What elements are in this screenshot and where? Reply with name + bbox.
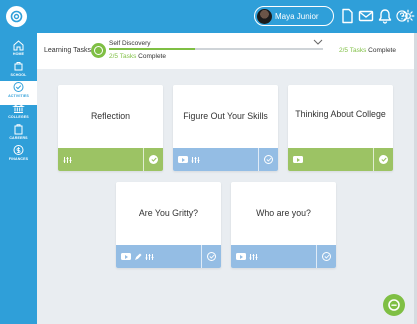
activity-icon: [191, 156, 200, 163]
learning-tasks-label: Learning Tasks: [44, 47, 91, 54]
bell-icon[interactable]: [376, 7, 394, 25]
video-icon: [293, 156, 303, 163]
activity-icon: [249, 253, 258, 260]
sidebar-nav: HOME SCHOOL ACTIVITIES COLLEGES CAREERS …: [0, 33, 37, 324]
progress-complete-label: Complete: [368, 47, 396, 54]
card-title: Who are you?: [256, 208, 311, 218]
activity-card-thinking-about-college[interactable]: Thinking About College: [288, 85, 393, 171]
completed-check-icon: [379, 155, 388, 164]
completed-check-icon: [149, 155, 158, 164]
video-icon: [236, 253, 246, 260]
activity-card-are-you-gritty[interactable]: Are You Gritty?: [116, 182, 221, 268]
sidebar-item-label: ACTIVITIES: [8, 94, 29, 98]
sidebar-item-label: SCHOOL: [10, 73, 27, 77]
chat-icon: [388, 299, 400, 311]
learning-tasks-bar: Learning Tasks Self Discovery 2/5 Tasks …: [37, 33, 417, 69]
activity-card-figure-out-your-skills[interactable]: Figure Out Your Skills: [173, 85, 278, 171]
card-title: Reflection: [90, 111, 131, 121]
card-footer: [58, 148, 163, 171]
user-name: Maya Junior: [275, 11, 319, 21]
home-icon: [13, 40, 24, 51]
chat-button[interactable]: [383, 294, 405, 316]
activity-card-reflection[interactable]: Reflection: [58, 85, 163, 171]
top-bar: Maya Junior: [0, 0, 417, 33]
activity-icon: [145, 253, 154, 260]
careers-icon: [14, 124, 23, 135]
progress-complete-label: Complete: [138, 53, 166, 60]
pencil-icon: [135, 253, 142, 260]
task-progress-bar: [109, 48, 323, 50]
chevron-down-icon[interactable]: [313, 39, 323, 45]
incomplete-check-icon: [264, 155, 273, 164]
user-menu[interactable]: Maya Junior: [254, 6, 334, 26]
sidebar-item-finances[interactable]: FINANCES: [0, 144, 37, 168]
app-logo[interactable]: [6, 6, 27, 27]
progress-count: 2/5 Tasks: [109, 53, 137, 60]
progress-count: 2/5 Tasks: [339, 47, 367, 54]
task-progress-fill: [109, 48, 195, 50]
card-footer: [116, 245, 221, 268]
settings-gear-icon[interactable]: [400, 7, 416, 25]
card-footer: [173, 148, 278, 171]
mail-icon[interactable]: [357, 7, 375, 25]
card-title: Thinking About College: [295, 108, 386, 119]
self-discovery-icon: [91, 43, 106, 58]
card-footer: [288, 148, 393, 171]
card-title: Are You Gritty?: [138, 208, 199, 218]
activity-card-who-are-you[interactable]: Who are you?: [231, 182, 336, 268]
progress-status: 2/5 Tasks Complete: [109, 53, 166, 60]
activities-icon: [13, 82, 24, 92]
finances-icon: [13, 145, 24, 155]
logo-icon: [10, 10, 23, 23]
incomplete-check-icon: [207, 252, 216, 261]
video-icon: [178, 156, 188, 163]
avatar: [257, 8, 272, 24]
card-footer: [231, 245, 336, 268]
video-icon: [121, 253, 131, 260]
school-icon: [14, 62, 23, 71]
colleges-icon: [12, 103, 25, 113]
activity-icon: [63, 156, 72, 163]
progress-status-right: 2/5 Tasks Complete: [339, 47, 396, 54]
sidebar-item-label: COLLEGES: [8, 115, 29, 119]
sidebar-item-label: FINANCES: [8, 157, 29, 161]
card-title: Figure Out Your Skills: [183, 111, 268, 121]
sidebar-item-label: CAREERS: [9, 136, 28, 140]
incomplete-check-icon: [322, 252, 331, 261]
document-icon[interactable]: [338, 7, 356, 25]
sidebar-item-label: HOME: [12, 52, 25, 56]
task-select-title[interactable]: Self Discovery: [109, 40, 151, 47]
